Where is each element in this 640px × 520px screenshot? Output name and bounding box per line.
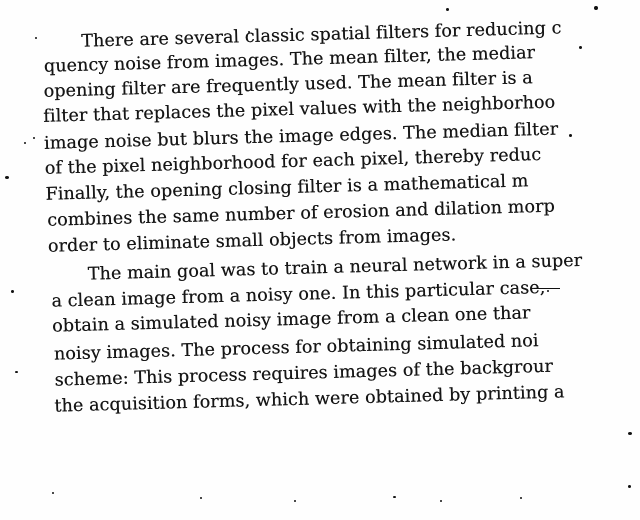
scan-speck [24,142,26,144]
scan-speck [579,46,582,49]
scanned-page: There are several classic spatial filter… [0,0,640,520]
scan-speck [393,496,396,498]
scan-speck [294,500,296,502]
scan-streak [534,288,560,289]
scan-speck [628,432,632,435]
scan-speck [547,290,549,292]
scan-speck [15,371,18,373]
scan-speck [35,37,37,39]
scan-speck [520,497,522,499]
scan-speck [5,176,9,179]
scan-speck [628,485,631,488]
document-text: There are several classic spatial filter… [0,0,640,520]
scan-speck [446,8,449,11]
scan-speck [52,492,54,494]
scan-speck [569,134,572,137]
scan-speck [440,500,442,502]
scan-speck [248,31,250,33]
scan-speck [594,6,598,10]
scan-speck [200,497,202,499]
scan-speck [33,137,35,139]
scan-speck [11,290,14,293]
